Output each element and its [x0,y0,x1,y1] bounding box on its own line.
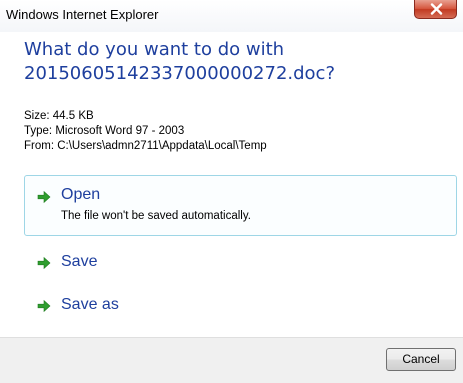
save-as-option[interactable]: Save as [24,287,457,323]
window-title: Windows Internet Explorer [6,7,159,22]
open-option[interactable]: Open The file won't be saved automatical… [24,175,457,236]
dialog-question: What do you want to do with 201506051423… [24,38,444,86]
question-filename: 20150605142337000000272.doc? [24,63,336,84]
dialog-footer: Cancel [0,337,463,383]
open-label: Open [61,186,101,203]
file-type: Type: Microsoft Word 97 - 2003 [24,125,185,137]
open-description: The file won't be saved automatically. [61,210,251,222]
save-label: Save [61,253,98,270]
green-arrow-icon [37,299,51,313]
file-info: Size: 44.5 KB Type: Microsoft Word 97 - … [24,109,267,154]
question-line: What do you want to do with [24,39,285,60]
green-arrow-icon [37,190,51,204]
close-icon [430,3,443,15]
save-option[interactable]: Save [24,244,457,280]
green-arrow-icon [37,256,51,270]
file-source: From: C:\Users\admn2711\Appdata\Local\Te… [24,140,267,152]
download-dialog: Windows Internet Explorer What do you wa… [0,0,463,383]
file-size: Size: 44.5 KB [24,110,94,122]
cancel-button[interactable]: Cancel [386,348,456,371]
close-button[interactable] [414,0,457,19]
title-bar[interactable]: Windows Internet Explorer [0,0,463,32]
save-as-label: Save as [61,296,119,313]
